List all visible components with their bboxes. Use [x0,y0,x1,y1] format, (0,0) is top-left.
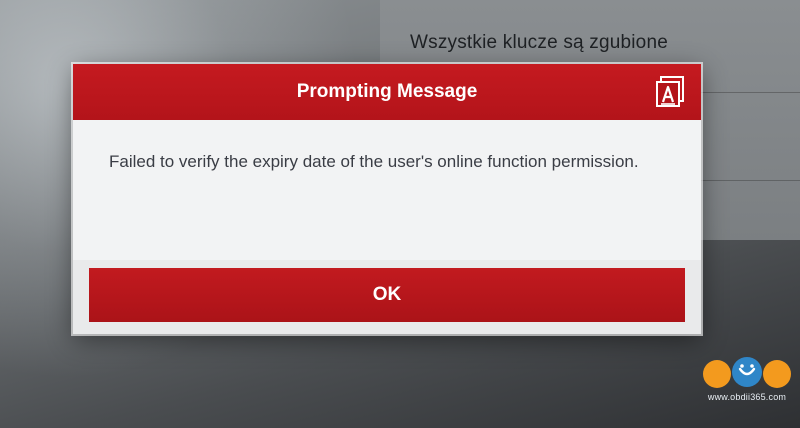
dialog-footer: OK [73,260,701,334]
watermark-logo: www.obdii365.com [700,340,794,410]
dialog-message: Failed to verify the expiry date of the … [109,152,639,171]
obdii365-logo-icon [703,357,791,388]
ok-button[interactable]: OK [89,268,685,322]
watermark-url: www.obdii365.com [707,392,787,402]
dialog-title: Prompting Message [296,81,478,102]
dialog-body: Failed to verify the expiry date of the … [73,120,701,260]
background-heading: Wszystkie klucze są zgubione [410,32,668,53]
font-size-icon[interactable] [655,76,685,108]
tablet-screen: Wszystkie klucze są zgubione Prompting M… [0,0,800,428]
dialog-header: Prompting Message [73,64,701,120]
prompting-dialog: Prompting Message Failed to verify the e… [73,64,701,334]
